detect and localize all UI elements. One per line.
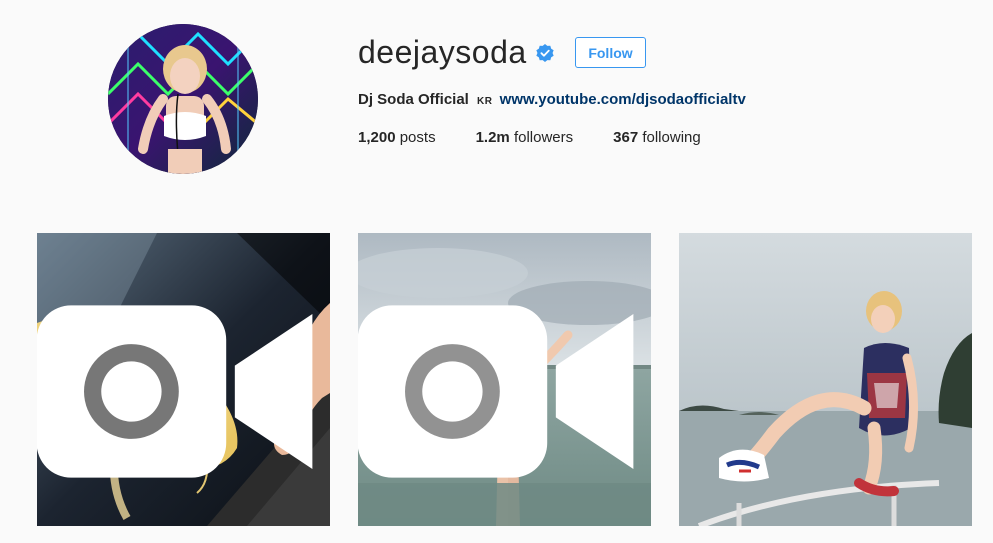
- bio: Dj Soda Official KR www.youtube.com/djso…: [358, 91, 746, 111]
- username: deejaysoda: [358, 34, 527, 70]
- profile-avatar[interactable]: [108, 24, 258, 174]
- followers-stat[interactable]: 1.2m followers: [476, 129, 574, 147]
- followers-label: followers: [513, 129, 574, 146]
- post-thumbnail[interactable]: [358, 233, 651, 526]
- posts-stat: 1,200 posts: [358, 129, 436, 147]
- verified-badge-icon: [536, 44, 554, 62]
- video-camera-icon: [358, 305, 634, 478]
- following-count: 367: [613, 129, 639, 146]
- boat-photo: [679, 233, 972, 526]
- posts-count: 1,200: [358, 129, 396, 146]
- video-camera-icon: [37, 305, 313, 478]
- username-row: deejaysoda: [358, 34, 554, 70]
- profile-stats: 1,200 posts 1.2m followers 367 following: [358, 129, 741, 147]
- follow-button[interactable]: Follow: [575, 37, 646, 68]
- followers-count: 1.2m: [475, 129, 510, 146]
- full-name: Dj Soda Official: [358, 91, 469, 108]
- following-label: following: [642, 129, 701, 146]
- website-link[interactable]: www.youtube.com/djsodaofficialtv: [500, 91, 746, 108]
- post-thumbnail[interactable]: [679, 233, 972, 526]
- profile-page: deejaysoda Follow Dj Soda Official KR ww…: [0, 0, 993, 543]
- posts-label: posts: [399, 129, 436, 146]
- post-thumbnail[interactable]: [37, 233, 330, 526]
- following-stat[interactable]: 367 following: [613, 129, 701, 147]
- country-flag: KR: [477, 96, 493, 107]
- avatar-image: [108, 24, 258, 174]
